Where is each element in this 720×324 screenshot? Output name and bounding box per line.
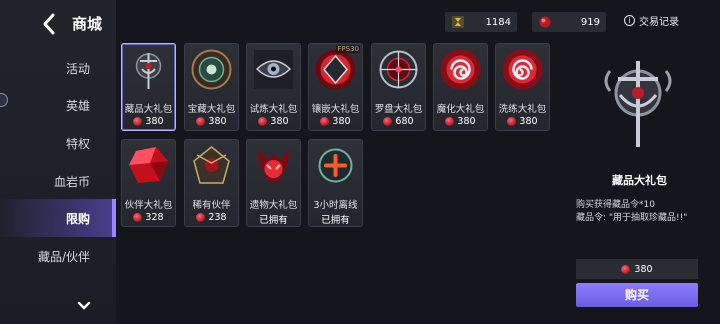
treasure-disc-icon	[191, 49, 232, 90]
item-price: 380	[434, 116, 487, 127]
buy-button[interactable]: 购买	[576, 283, 698, 307]
item-name: 稀有伙伴	[192, 200, 231, 211]
gold-currency: 1184	[445, 12, 517, 32]
item-owned-status: 已拥有	[259, 215, 288, 226]
bloodstone-gem-icon	[383, 117, 393, 126]
socket-gem-icon	[315, 49, 356, 90]
history-link[interactable]: i 交易记录	[624, 13, 679, 28]
bloodstone-gem-icon	[539, 16, 551, 28]
red-crystal-icon	[129, 147, 168, 183]
detail-description-1: 购买获得藏品令*10	[576, 200, 655, 210]
gem-amount: 919	[580, 16, 600, 28]
item-name: 魔化大礼包	[436, 104, 485, 115]
item-name: 3小时离线	[313, 200, 358, 211]
shop-item-card[interactable]: 洗练大礼包 380	[495, 43, 550, 131]
refine-spiral-icon	[502, 49, 543, 90]
shop-item-card[interactable]: 伙伴大礼包 328	[121, 139, 176, 227]
trial-eye-icon	[254, 50, 293, 89]
bloodstone-gem-icon	[133, 117, 143, 126]
shop-item-card[interactable]: 罗盘大礼包 680	[371, 43, 426, 131]
item-name: 试炼大礼包	[249, 104, 298, 115]
item-owned-status: 已拥有	[321, 215, 350, 226]
shop-item-card[interactable]: 遗物大礼包 已拥有	[246, 139, 301, 227]
item-name: 洗练大礼包	[498, 104, 547, 115]
sidebar: 商城 活动 英雄 特权 血岩币 限购 藏品/伙伴	[0, 0, 116, 324]
item-price: 380	[496, 116, 549, 127]
bloodstone-gem-icon	[133, 213, 143, 222]
shop-item-card[interactable]: 试炼大礼包 380	[246, 43, 301, 131]
item-name: 宝藏大礼包	[187, 104, 236, 115]
shop-item-card[interactable]: 藏品大礼包 380	[121, 43, 176, 131]
item-price: 680	[372, 116, 425, 127]
item-name: 遗物大礼包	[249, 200, 298, 211]
item-price: 380	[247, 116, 300, 127]
gem-currency: 919	[532, 12, 606, 32]
item-name: 镶嵌大礼包	[311, 104, 360, 115]
item-name: 伙伴大礼包	[124, 200, 173, 211]
sidebar-item-heroes[interactable]: 英雄	[0, 86, 116, 124]
relic-demon-icon	[257, 149, 290, 181]
sidebar-item-collection[interactable]: 藏品/伙伴	[0, 237, 116, 275]
gold-amount: 1184	[485, 16, 511, 28]
item-price: 380	[185, 116, 238, 127]
back-arrow-icon[interactable]	[40, 13, 60, 35]
offline-plus-icon	[318, 148, 353, 183]
detail-description-2: 藏品令: "用于抽取珍藏品!!"	[576, 213, 688, 223]
sidebar-item-activity[interactable]: 活动	[0, 49, 116, 87]
demonize-spiral-icon	[440, 49, 481, 90]
sidebar-item-privilege[interactable]: 特权	[0, 124, 116, 162]
shop-item-card[interactable]: 魔化大礼包 380	[433, 43, 488, 131]
compass-icon	[379, 50, 418, 89]
shop-item-card[interactable]: 宝藏大礼包 380	[184, 43, 239, 131]
sidebar-item-limited[interactable]: 限购	[0, 199, 116, 237]
shop-item-card[interactable]: 3小时离线 已拥有	[308, 139, 363, 227]
item-price: 328	[122, 212, 175, 223]
item-price: 238	[185, 212, 238, 223]
item-name: 藏品大礼包	[124, 104, 173, 115]
trinket-emblem-icon	[135, 53, 162, 89]
detail-title: 藏品大礼包	[612, 174, 667, 187]
shop-item-card[interactable]: FPS30 镶嵌大礼包 380	[308, 43, 363, 131]
bloodstone-gem-icon	[445, 117, 455, 126]
bloodstone-gem-icon	[196, 117, 206, 126]
bloodstone-gem-icon	[507, 117, 517, 126]
bloodstone-gem-icon	[621, 264, 631, 274]
detail-price: 380	[576, 259, 698, 279]
chevron-down-icon[interactable]	[77, 296, 91, 310]
bloodstone-gem-icon	[196, 213, 206, 222]
gold-coin-icon	[452, 16, 464, 28]
rare-companion-icon	[193, 146, 230, 184]
sidebar-item-bloodstone[interactable]: 血岩币	[0, 162, 116, 200]
trinket-emblem-icon	[604, 61, 672, 147]
page-title: 商城	[72, 15, 103, 33]
item-name: 罗盘大礼包	[374, 104, 423, 115]
shop-item-card[interactable]: 稀有伙伴 238	[184, 139, 239, 227]
fps-tag: FPS30	[336, 45, 360, 53]
item-price: 380	[122, 116, 175, 127]
bloodstone-gem-icon	[320, 117, 330, 126]
info-icon: i	[624, 15, 635, 26]
bloodstone-gem-icon	[258, 117, 268, 126]
history-label: 交易记录	[639, 17, 679, 28]
item-price: 380	[309, 116, 362, 127]
